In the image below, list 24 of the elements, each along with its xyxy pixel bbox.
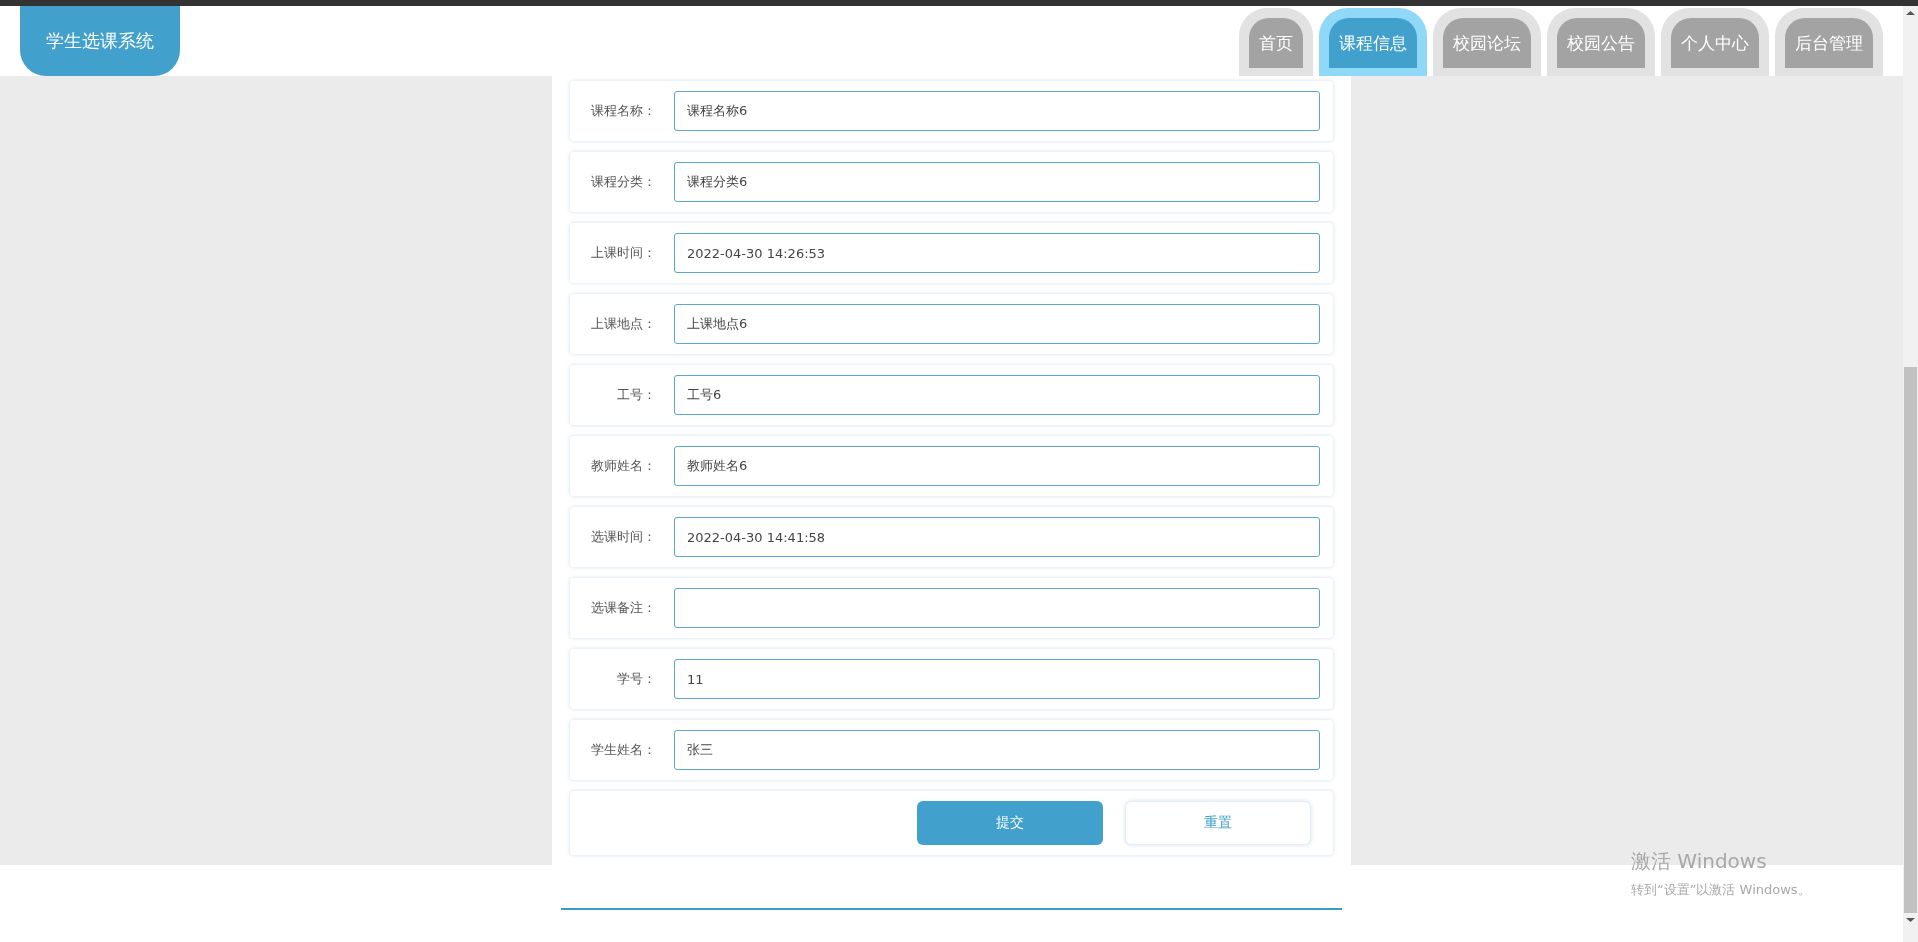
input-field[interactable]: 张三 [674, 730, 1320, 770]
field-label: 教师姓名： [590, 457, 656, 475]
activation-hint: 转到“设置”以激活 Windows。 [1631, 881, 1811, 899]
input-field[interactable]: 教师姓名6 [674, 446, 1320, 486]
field-label: 上课时间： [590, 244, 656, 262]
input-field[interactable]: 工号6 [674, 375, 1320, 415]
activation-title: 激活 Windows [1631, 848, 1768, 875]
scrollbar[interactable] [1903, 6, 1918, 942]
input-field[interactable]: 11 [674, 659, 1320, 699]
field-label: 选课时间： [590, 528, 656, 546]
input-field[interactable]: 2022-04-30 14:26:53 [674, 233, 1320, 273]
scrollbar-thumb[interactable] [1904, 367, 1917, 913]
field-label: 课程名称： [590, 102, 656, 120]
field-label: 选课备注： [590, 599, 656, 617]
input-field[interactable]: 课程分类6 [674, 162, 1320, 202]
field-label: 学号： [616, 670, 656, 688]
field-label: 课程分类： [590, 173, 656, 191]
input-field[interactable]: 课程名称6 [674, 91, 1320, 131]
input-field[interactable]: 上课地点6 [674, 304, 1320, 344]
field-label: 上课地点： [590, 315, 656, 333]
input-field[interactable] [674, 588, 1320, 628]
field-label: 学生姓名： [590, 741, 656, 759]
field-label: 工号： [616, 386, 656, 404]
input-field[interactable]: 2022-04-30 14:41:58 [674, 517, 1320, 557]
